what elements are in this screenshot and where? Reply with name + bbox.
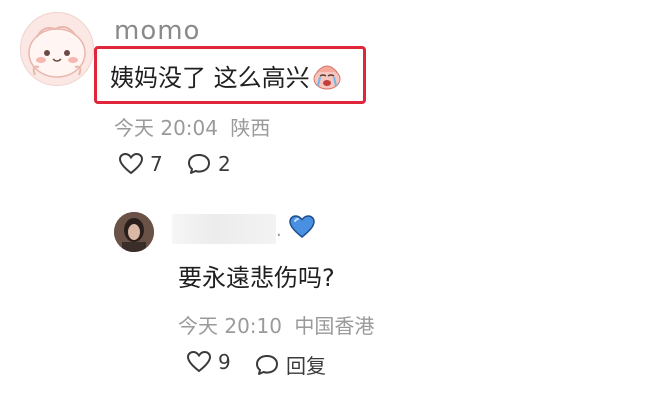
reply-count: 2 [218, 152, 231, 176]
photo-avatar-icon [114, 212, 154, 252]
username[interactable]: momo [114, 16, 200, 46]
comment-time: 今天 20:04 [114, 116, 218, 140]
avatar[interactable] [20, 12, 94, 86]
like-count: 7 [150, 152, 163, 176]
reply-like-count: 9 [218, 350, 231, 374]
like-button[interactable]: 7 [118, 152, 163, 176]
heart-outline-icon [186, 350, 212, 373]
comment-bubble-icon [256, 354, 278, 375]
comment-location: 陕西 [230, 116, 271, 140]
reply-body: 要永遠悲伤吗? [178, 264, 335, 292]
heart-outline-icon [118, 152, 144, 175]
blue-heart-icon [288, 214, 316, 244]
comment-text: 姨妈没了 这么高兴 [110, 58, 342, 93]
reply-label: 回复 [286, 354, 326, 378]
crying-face-icon [312, 62, 342, 90]
comment-meta: 今天 20:04 陕西 [114, 112, 270, 141]
reply-button[interactable]: 2 [186, 152, 231, 176]
comment-body: 姨妈没了 这么高兴 [110, 64, 310, 92]
reply-location: 中国香港 [294, 314, 375, 338]
comment-bubble-icon [188, 154, 210, 174]
cartoon-avatar-icon [28, 26, 86, 78]
reply-reply-button[interactable]: 回复 [254, 350, 326, 379]
reply-time: 今天 20:10 [178, 314, 282, 338]
reply-avatar[interactable] [114, 212, 154, 252]
reply-username-redacted [172, 214, 276, 244]
reply-like-button[interactable]: 9 [186, 350, 231, 374]
username-separator: . [276, 220, 282, 241]
reply-meta: 今天 20:10 中国香港 [178, 310, 374, 339]
